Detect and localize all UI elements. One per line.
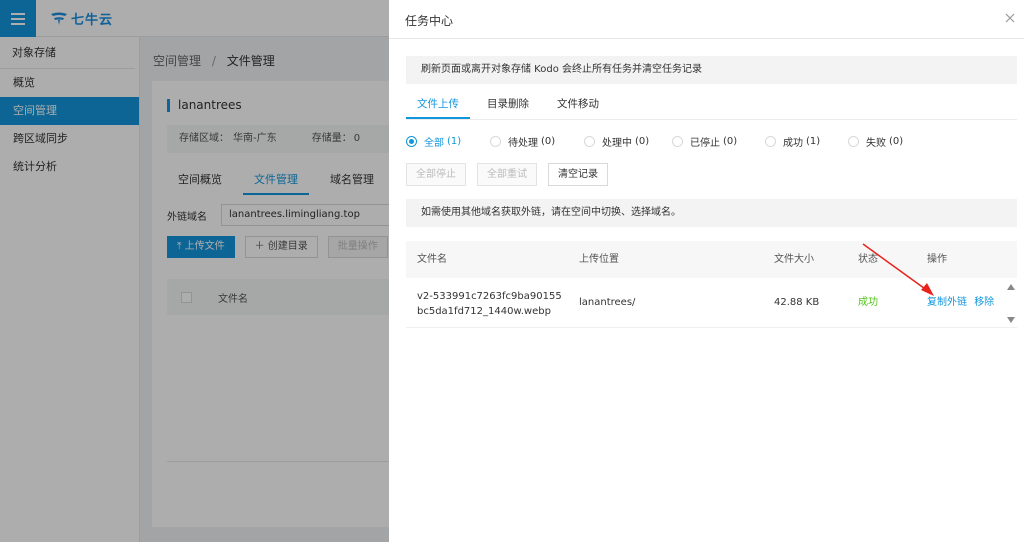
table-scrollbar[interactable]: [1006, 280, 1016, 324]
filter-processing-count: (0): [635, 136, 650, 147]
filter-all-label: 全部: [424, 138, 444, 149]
column-header-location: 上传位置: [579, 254, 619, 265]
task-actions: 全部停止 全部重试 清空记录: [406, 163, 619, 186]
filter-all-count: (1): [447, 136, 462, 147]
task-table-header: 文件名 上传位置 文件大小 状态 操作: [406, 241, 1017, 278]
filter-processing[interactable]: 处理中 (0): [584, 134, 672, 149]
filter-all[interactable]: 全部 (1): [406, 134, 490, 149]
filter-stopped-count: (0): [723, 136, 738, 147]
tab-directory-delete[interactable]: 目录删除: [476, 92, 540, 119]
scroll-up-icon[interactable]: [1007, 284, 1015, 290]
file-name-cell: v2-533991c7263fc9ba90155bc5da1fd712_1440…: [417, 291, 562, 317]
scroll-down-icon[interactable]: [1007, 317, 1015, 323]
retry-all-button[interactable]: 全部重试: [477, 163, 537, 186]
table-row: v2-533991c7263fc9ba90155bc5da1fd712_1440…: [406, 278, 1017, 328]
status-filters: 全部 (1) 待处理 (0) 处理中 (0) 已停止 (0) 成功 (1) 失败 (0): [406, 134, 918, 149]
radio-icon: [406, 136, 417, 147]
stop-all-button[interactable]: 全部停止: [406, 163, 466, 186]
filter-pending-label: 待处理: [508, 138, 538, 149]
column-header-filename: 文件名: [417, 254, 447, 265]
tab-file-move[interactable]: 文件移动: [546, 92, 610, 119]
filter-pending[interactable]: 待处理 (0): [490, 134, 584, 149]
column-header-size: 文件大小: [774, 254, 814, 265]
drawer-header: 任务中心: [389, 0, 1024, 39]
filter-stopped[interactable]: 已停止 (0): [672, 134, 765, 149]
radio-icon: [765, 136, 776, 147]
filter-failed-label: 失败: [866, 138, 886, 149]
upload-location-cell: lanantrees/: [579, 297, 636, 308]
filter-success[interactable]: 成功 (1): [765, 134, 848, 149]
radio-icon: [490, 136, 501, 147]
status-badge: 成功: [858, 297, 878, 308]
copy-link-button[interactable]: 复制外链: [927, 297, 967, 308]
notice-banner: 刷新页面或离开对象存储 Kodo 会终止所有任务并清空任务记录: [406, 56, 1017, 84]
filter-failed[interactable]: 失败 (0): [848, 134, 918, 149]
clear-records-button[interactable]: 清空记录: [548, 163, 608, 186]
column-header-status: 状态: [858, 254, 878, 265]
tabs-divider: [406, 119, 1017, 120]
filter-success-count: (1): [806, 136, 821, 147]
task-tabs: 文件上传 目录删除 文件移动: [406, 92, 616, 119]
close-icon[interactable]: [1002, 10, 1018, 26]
filter-failed-count: (0): [889, 136, 904, 147]
domain-tip: 如需使用其他域名获取外链，请在空间中切换、选择域名。: [406, 199, 1017, 227]
filter-processing-label: 处理中: [602, 138, 632, 149]
radio-icon: [584, 136, 595, 147]
radio-icon: [672, 136, 683, 147]
remove-button[interactable]: 移除: [974, 297, 994, 308]
file-size-cell: 42.88 KB: [774, 297, 820, 308]
task-center-drawer: 任务中心 刷新页面或离开对象存储 Kodo 会终止所有任务并清空任务记录 文件上…: [389, 0, 1024, 542]
tab-file-upload[interactable]: 文件上传: [406, 92, 470, 119]
operations-cell: 复制外链 移除: [927, 278, 994, 328]
filter-success-label: 成功: [783, 138, 803, 149]
filter-pending-count: (0): [541, 136, 556, 147]
filter-stopped-label: 已停止: [690, 138, 720, 149]
radio-icon: [848, 136, 859, 147]
drawer-title: 任务中心: [405, 14, 454, 28]
column-header-operations: 操作: [927, 254, 947, 265]
